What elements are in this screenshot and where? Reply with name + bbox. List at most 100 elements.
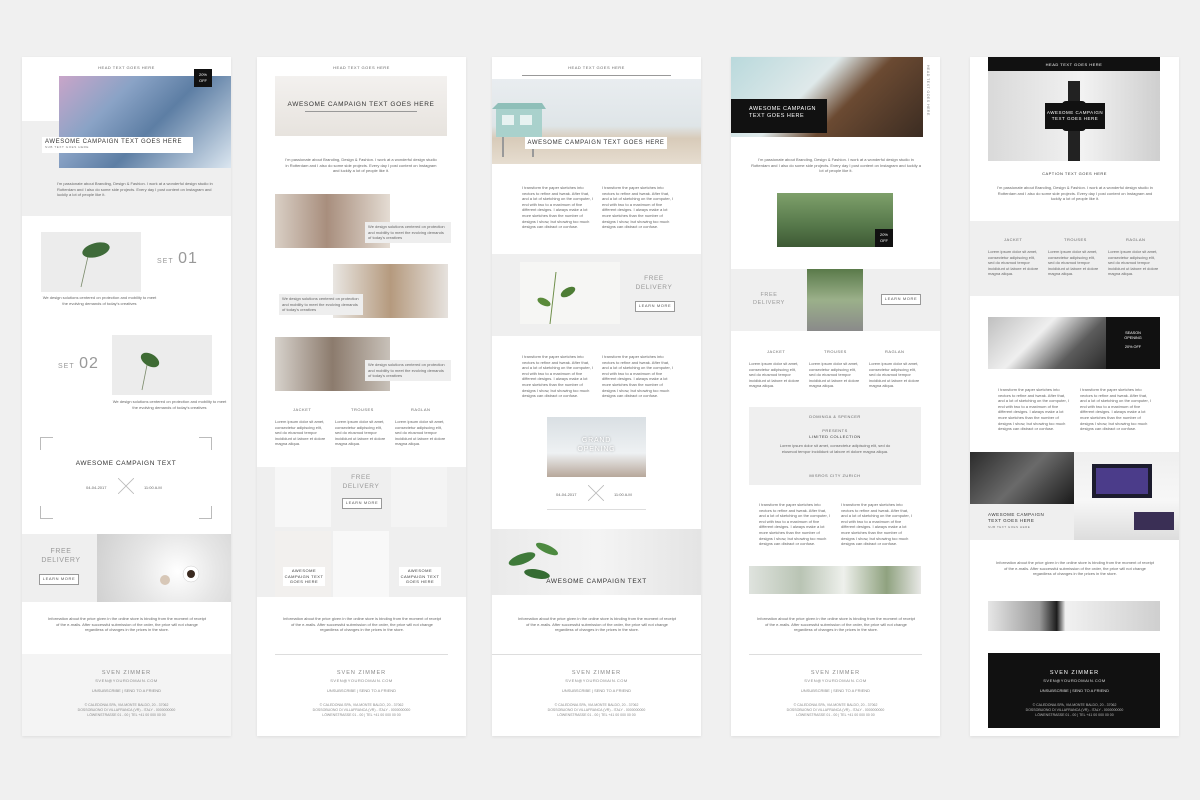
free-delivery-line2: DELIVERY xyxy=(635,284,673,291)
badge-off: OFF xyxy=(880,238,888,243)
footer-name: SVEN ZIMMER xyxy=(101,670,152,676)
product-label-2: TROUSES xyxy=(1064,237,1087,242)
footer-email[interactable]: SVEN@YOURDOMAIN.COM xyxy=(731,678,940,684)
template-preview-5[interactable]: HEAD TEXT GOES HERE AWESOME CAMPAIGN TEX… xyxy=(970,57,1179,736)
footer-band xyxy=(22,654,231,736)
set-02: SET 02 xyxy=(58,355,99,373)
footer-name: SVEN ZIMMER xyxy=(810,670,861,676)
collection-brand: DOMINGA & SPENCER xyxy=(809,414,861,419)
footer-email[interactable]: SVEN@YOURDOMAIN.COM xyxy=(22,678,231,684)
template-preview-1[interactable]: HEAD TEXT GOES HERE 20% OFF AWESOME CAMP… xyxy=(22,57,231,736)
coffee-cup-icon xyxy=(160,565,200,585)
product-label-3: RAGLAN xyxy=(1126,237,1146,242)
transform-text-2: I transform the paper sketches into vect… xyxy=(841,502,912,547)
intro-text: I'm passionate about Branding, Design & … xyxy=(751,157,921,174)
collection-city: MISROS CITY ZURICH xyxy=(809,473,861,478)
footer-links[interactable]: UNSUBSCRIBE | SEND TO A FRIEND xyxy=(731,688,940,694)
event-date: 04-04-2017 xyxy=(556,492,577,497)
leaf-icon xyxy=(537,271,576,325)
intro-text: I'm passionate about Branding, Design & … xyxy=(57,181,213,198)
footer-email[interactable]: SVEN@YOURDOMAIN.COM xyxy=(492,678,701,684)
learn-more-button[interactable]: LEARN MORE xyxy=(342,498,382,509)
transform-text-4: I transform the paper sketches into vect… xyxy=(602,354,673,399)
season-line2: OPENING xyxy=(1124,336,1142,340)
free-delivery-line2: DELIVERY xyxy=(41,557,81,564)
head-text: HEAD TEXT GOES HERE xyxy=(1045,62,1103,67)
desk-image xyxy=(988,601,1160,631)
season-badge: SEASON OPENING 20% OFF xyxy=(1106,317,1160,369)
camera-image xyxy=(970,452,1074,504)
campaign-title: AWESOME CAMPAIGN TEXT GOES HERE xyxy=(287,101,435,108)
free-delivery: FREE DELIVERY xyxy=(30,547,92,565)
head-text-vertical: HEAD TEXT GOES HERE xyxy=(926,65,930,116)
learn-more-button[interactable]: LEARN MORE xyxy=(635,301,675,312)
footer-links[interactable]: UNSUBSCRIBE | SEND TO A FRIEND xyxy=(970,688,1179,694)
cross-icon xyxy=(118,478,134,494)
transform-text-1: I transform the paper sketches into vect… xyxy=(522,185,593,230)
footer-links[interactable]: UNSUBSCRIBE | SEND TO A FRIEND xyxy=(257,688,466,694)
transform-text-3: I transform the paper sketches into vect… xyxy=(522,354,593,399)
free-delivery-line2: DELIVERY xyxy=(342,483,380,490)
campaign-label: AWESOME CAMPAIGN TEXT GOES HERE SUB TEXT… xyxy=(42,137,193,153)
price-text: Information about the price given in the… xyxy=(757,616,915,633)
plants-banner-image xyxy=(492,529,701,595)
footer-email[interactable]: SVEN@YOURDOMAIN.COM xyxy=(257,678,466,684)
transform-text-2: I transform the paper sketches into vect… xyxy=(602,185,673,230)
collection-box: DOMINGA & SPENCER PRESENTS LIMITED COLLE… xyxy=(749,407,921,485)
template-preview-3[interactable]: HEAD TEXT GOES HERE AWESOME CAMPAIGN TEX… xyxy=(492,57,701,736)
shoes-image xyxy=(275,467,331,527)
discount-badge: 20% OFF xyxy=(194,69,212,87)
season-percent: 20% OFF xyxy=(1124,345,1142,349)
transform-text-1: I transform the paper sketches into vect… xyxy=(998,387,1069,432)
design-text-2: We design solutions centered on protecti… xyxy=(112,399,227,410)
price-text: Information about the price given in the… xyxy=(518,616,676,633)
free-delivery-line2: DELIVERY xyxy=(753,300,785,306)
free-delivery-line1: FREE xyxy=(50,548,72,555)
collection-presents: PRESENTS xyxy=(822,428,848,433)
design-text-2: We design solutions centered on protecti… xyxy=(279,294,363,315)
workspace-image xyxy=(1074,452,1179,540)
grand-opening-line1: GRAND xyxy=(581,437,612,444)
learn-more-button[interactable]: LEARN MORE xyxy=(881,294,921,305)
footer-address-1: © CALEDONIA SPA, VIA MONTE BALDO, 20 - 3… xyxy=(793,703,878,707)
event-time: 11:00 A.M xyxy=(144,485,162,490)
badge-off: OFF xyxy=(199,78,207,83)
footer-email[interactable]: SVEN@YOURDOMAIN.COM xyxy=(970,678,1179,684)
footer-address-2: DOSSOBUONO DI VILLAFRANCA (VR) - ITALY -… xyxy=(547,708,646,712)
set-word: SET xyxy=(58,363,75,370)
product-label-3: RAGLAN xyxy=(885,349,905,354)
footer-name: SVEN ZIMMER xyxy=(336,670,387,676)
footer-links[interactable]: UNSUBSCRIBE | SEND TO A FRIEND xyxy=(22,688,231,694)
transform-text-1: I transform the paper sketches into vect… xyxy=(759,502,830,547)
plant-leaf-icon xyxy=(140,352,160,391)
free-delivery-line1: FREE xyxy=(760,292,778,298)
intro-text: I'm passionate about Branding, Design & … xyxy=(997,185,1153,202)
collection-text: Lorem ipsum dolor sit amet, consectetur … xyxy=(779,443,891,454)
gadget-campaign: AWESOME CAMPAIGN TEXT GOES HERE SUB TEXT… xyxy=(988,512,1058,530)
price-text: Information about the price given in the… xyxy=(283,616,441,633)
footer-address-3: LÖWENSTRASSE 01 - 00 | TEL +41 00 000 00… xyxy=(1035,713,1114,717)
event-frame: AWESOME CAMPAIGN TEXT 04-04-2017 11:00 A… xyxy=(40,437,212,519)
event-time: 11:00 A.M xyxy=(614,492,632,497)
collection-title: LIMITED COLLECTION xyxy=(809,434,861,439)
product-text-2: Lorem ipsum dolor sit amet, consectetur … xyxy=(1048,249,1099,277)
learn-more-button[interactable]: LEARN MORE xyxy=(39,574,79,585)
footer-address-2: DOSSOBUONO DI VILLAFRANCA (VR) - ITALY -… xyxy=(1025,708,1124,712)
footer-address-2: DOSSOBUONO DI VILLAFRANCA (VR) - ITALY -… xyxy=(312,708,411,712)
beach-hero-image xyxy=(492,79,701,164)
coffee-image xyxy=(97,534,231,602)
hat-model-image xyxy=(807,269,863,331)
template-preview-2[interactable]: HEAD TEXT GOES HERE AWESOME CAMPAIGN TEX… xyxy=(257,57,466,736)
campaign-title-box: AWESOME CAMPAIGN TEXT GOES HERE xyxy=(731,99,827,133)
grid-label-1: AWESOME CAMPAIGN TEXT GOES HERE xyxy=(283,567,325,586)
campaign-title-box: AWESOME CAMPAIGN TEXT GOES HERE xyxy=(1045,103,1105,129)
template-preview-4[interactable]: HEAD TEXT GOES HERE AWESOME CAMPAIGN TEX… xyxy=(731,57,940,736)
footer-links[interactable]: UNSUBSCRIBE | SEND TO A FRIEND xyxy=(492,688,701,694)
footer-address-1: © CALEDONIA SPA, VIA MONTE BALDO, 20 - 3… xyxy=(554,703,639,707)
product-label-3: RAGLAN xyxy=(411,407,431,412)
intro-text: I'm passionate about Branding, Design & … xyxy=(285,157,437,174)
gadget-subtext: SUB TEXT GOES HERE xyxy=(988,525,1031,529)
lifeguard-hut-icon xyxy=(492,103,546,157)
trousers-image xyxy=(391,467,447,527)
scarf-image xyxy=(333,531,389,597)
